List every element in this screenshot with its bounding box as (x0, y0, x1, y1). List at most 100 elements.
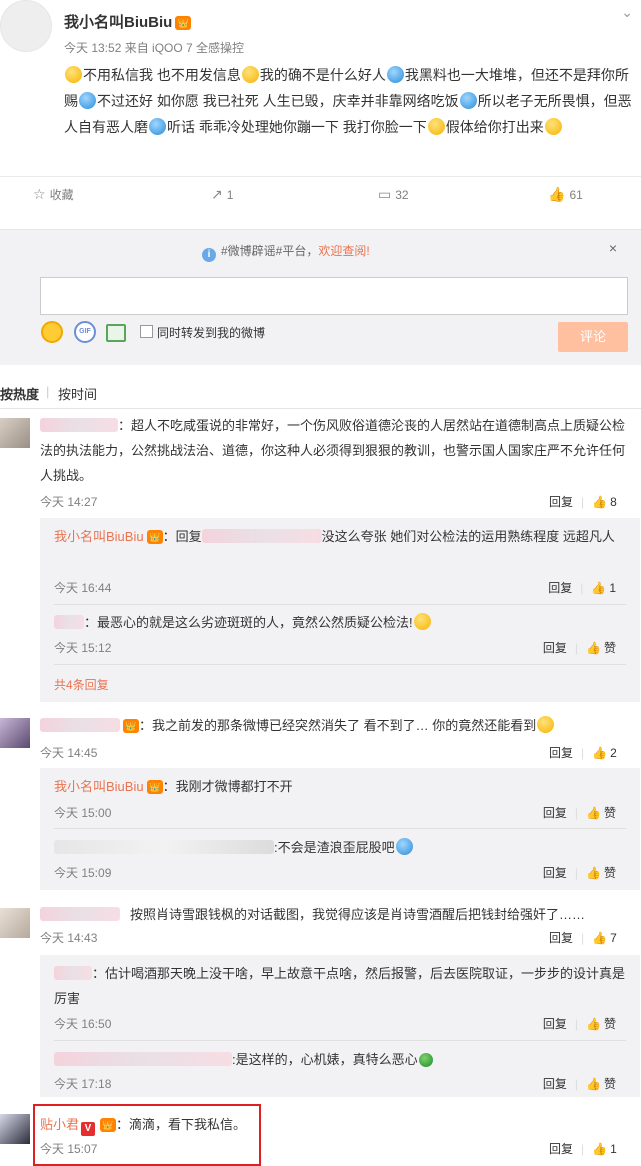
thumbs-up-icon[interactable]: 👍 (591, 581, 606, 595)
post-action-bar: ☆ 收藏 ↗ 1 ▭ 32 👍 61 (0, 176, 641, 212)
sub-comment-actions: 回复 | 👍 1 (548, 579, 616, 596)
reply-link[interactable]: 回复 (543, 1077, 567, 1091)
emoji-icon (459, 92, 477, 109)
like-button[interactable]: 赞 (604, 806, 616, 820)
sort-by-time[interactable]: 按时间 (58, 384, 97, 403)
post-text: 假体给你打出来 (445, 119, 544, 135)
reply-link[interactable]: 回复 (549, 495, 573, 509)
repost-icon: ↗ (211, 186, 223, 202)
close-icon[interactable]: × (609, 240, 617, 256)
rumor-notice: i #微博辟谣#平台，欢迎查阅! (202, 242, 370, 262)
post-text: 我的确不是什么好人 (259, 67, 386, 83)
thumbs-up-icon[interactable]: 👍 (592, 931, 607, 945)
sort-by-hot[interactable]: 按热度 (0, 384, 39, 403)
reply-link[interactable]: 回复 (549, 1142, 573, 1156)
author-avatar[interactable] (0, 0, 52, 52)
like-button[interactable]: 👍 61 (548, 186, 583, 203)
reply-link[interactable]: 回复 (543, 806, 567, 820)
separator: | (574, 1077, 579, 1091)
submit-comment-button[interactable]: 评论 (558, 322, 628, 352)
sub-comment-body: 没这么夸张 她们对公检法的运用熟练程度 远超凡人 (321, 529, 615, 544)
comment-time: 今天 14:45 (40, 746, 98, 760)
like-count[interactable]: 8 (610, 495, 617, 509)
emoji-picker-icon[interactable] (41, 321, 63, 343)
like-count[interactable]: 1 (609, 581, 616, 595)
favorite-button[interactable]: ☆ 收藏 (33, 186, 74, 203)
sub-comment-time: 今天 16:50 (54, 1017, 112, 1031)
comment-count: 32 (395, 188, 409, 202)
commenter-avatar[interactable] (0, 1114, 30, 1144)
post-text: 听话 乖乖冷处理她你蹦一下 我打你脸一下 (167, 119, 427, 135)
reply-link[interactable]: 回复 (543, 641, 567, 655)
author-name[interactable]: 我小名叫BiuBiu 👑 (64, 11, 192, 32)
commenter-name-blurred[interactable] (40, 418, 118, 432)
thumbs-up-icon[interactable]: 👍 (592, 746, 607, 760)
vip-crown-icon: 👑 (123, 719, 139, 733)
divider (0, 408, 641, 409)
thumbs-up-icon[interactable]: 👍 (586, 1077, 601, 1091)
comment-actions: 回复 | 👍 2 (549, 744, 617, 761)
thumbs-up-icon[interactable]: 👍 (586, 806, 601, 820)
commenter-name-blurred[interactable] (40, 718, 120, 732)
like-count[interactable]: 2 (610, 746, 617, 760)
chevron-down-icon[interactable]: ⌄ (621, 4, 633, 21)
like-button[interactable]: 赞 (604, 641, 616, 655)
reply-link[interactable]: 回复 (549, 746, 573, 760)
like-button[interactable]: 赞 (604, 1017, 616, 1031)
comment-actions: 回复 | 👍 1 (549, 1140, 617, 1157)
like-count[interactable]: 1 (610, 1142, 617, 1156)
thumbs-up-icon[interactable]: 👍 (592, 495, 607, 509)
comment-body: ：我之前发的那条微博已经突然消失了 看不到了… 你的竟然还能看到 (139, 718, 537, 733)
commenter-avatar[interactable] (0, 908, 30, 938)
image-icon[interactable] (106, 324, 126, 342)
sub-commenter-name-blurred[interactable] (54, 840, 274, 854)
commenter-name-blurred[interactable] (40, 907, 120, 921)
comment-composer: GIF 同时转发到我的微博 评论 (0, 269, 641, 365)
separator: | (581, 1142, 585, 1156)
more-replies-link[interactable]: 共4条回复 (54, 676, 109, 693)
reply-link[interactable]: 回复 (549, 931, 573, 945)
sub-comment-time: 今天 17:18 (54, 1077, 112, 1091)
separator: | (580, 581, 584, 595)
like-button[interactable]: 赞 (604, 1077, 616, 1091)
comment-button[interactable]: ▭ 32 (378, 186, 409, 203)
comment-input[interactable] (40, 277, 628, 315)
sub-comment-body: ：我刚才微博都打不开 (162, 779, 293, 794)
forward-label: 同时转发到我的微博 (157, 326, 266, 340)
like-button[interactable]: 赞 (604, 866, 616, 880)
divider (54, 664, 626, 665)
gif-icon[interactable]: GIF (74, 321, 96, 343)
post-body: 不用私信我 也不用发信息 我的确不是什么好人 我黑料也一大堆堆，但还不是拜你所赐 不过… (64, 62, 634, 140)
reply-link[interactable]: 回复 (548, 581, 572, 595)
sub-commenter-name[interactable]: 我小名叫BiuBiu (54, 779, 144, 794)
author-name-text[interactable]: 我小名叫BiuBiu (64, 14, 172, 31)
repost-button[interactable]: ↗ 1 (211, 186, 233, 203)
forward-checkbox[interactable] (140, 325, 153, 338)
comment-time: 今天 14:27 (40, 495, 98, 509)
sub-commenter-name-blurred[interactable] (54, 966, 92, 980)
reply-link[interactable]: 回复 (543, 866, 567, 880)
emoji-icon (427, 118, 445, 135)
thumbs-up-icon[interactable]: 👍 (586, 641, 601, 655)
post-text: 不过还好 如你愿 我已社死 人生已毁，庆幸并非靠网络吃饭 (97, 93, 459, 109)
sub-commenter-name-blurred[interactable] (54, 1052, 232, 1066)
separator: | (581, 746, 585, 760)
mention-blurred[interactable] (201, 529, 322, 543)
sub-comment-text: ：最恶心的就是这么劣迹斑斑的人，竟然公然质疑公检法! (54, 610, 626, 635)
commenter-avatar[interactable] (0, 418, 30, 448)
reply-link[interactable]: 回复 (543, 1017, 567, 1031)
sub-comment-actions: 回复 | 👍 赞 (543, 1075, 616, 1092)
thumbs-up-icon[interactable]: 👍 (592, 1142, 607, 1156)
weibo-post: 我小名叫BiuBiu 👑 ⌄ 今天 13:52 来自 iQOO 7 全感操控 不用… (0, 0, 641, 176)
separator: | (574, 1017, 579, 1031)
thumbs-up-icon[interactable]: 👍 (586, 866, 601, 880)
commenter-avatar[interactable] (0, 718, 30, 748)
rumor-link[interactable]: 欢迎查阅! (318, 244, 369, 258)
emoji-icon (395, 838, 413, 855)
sub-comment-actions: 回复 | 👍 赞 (543, 864, 616, 881)
like-count[interactable]: 7 (610, 931, 617, 945)
thumbs-up-icon[interactable]: 👍 (586, 1017, 601, 1031)
sub-commenter-name[interactable]: 我小名叫BiuBiu (54, 529, 144, 544)
thumbs-up-icon: 👍 (548, 186, 566, 202)
sub-commenter-name-blurred[interactable] (54, 615, 84, 629)
